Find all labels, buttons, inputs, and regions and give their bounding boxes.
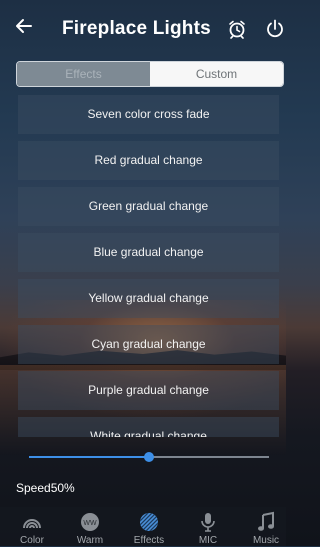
speed-slider-handle[interactable] (144, 452, 154, 462)
nav-label-warm: Warm (76, 535, 104, 546)
back-arrow-icon[interactable] (14, 16, 34, 41)
effects-striped-circle-icon (138, 511, 160, 533)
speed-slider-fill (29, 456, 149, 458)
mode-tabs: Effects Custom (16, 61, 284, 87)
effect-item-white[interactable]: White gradual change (18, 417, 279, 437)
tab-custom[interactable]: Custom (150, 62, 283, 86)
power-icon[interactable] (264, 18, 286, 40)
tab-effects[interactable]: Effects (17, 62, 150, 86)
nav-item-music[interactable]: Music (238, 511, 294, 547)
nav-label-music: Music (252, 535, 280, 546)
rainbow-icon (21, 511, 43, 533)
music-note-icon (255, 511, 277, 533)
effect-item-yellow[interactable]: Yellow gradual change (18, 279, 279, 318)
effect-item-purple[interactable]: Purple gradual change (18, 371, 279, 410)
nav-label-effects: Effects (133, 535, 165, 546)
effect-item-green[interactable]: Green gradual change (18, 187, 279, 226)
effects-list[interactable]: Seven color cross fade Red gradual chang… (18, 95, 279, 437)
effect-item-seven-color[interactable]: Seven color cross fade (18, 95, 279, 134)
effect-item-red[interactable]: Red gradual change (18, 141, 279, 180)
alarm-clock-icon[interactable] (226, 18, 248, 40)
page-title: Fireplace Lights (62, 18, 211, 39)
svg-text:WW: WW (83, 520, 97, 527)
nav-item-warm[interactable]: WW Warm (62, 511, 118, 547)
speed-label: Speed50% (16, 481, 75, 495)
nav-label-color: Color (20, 535, 44, 546)
microphone-icon (197, 511, 219, 533)
top-bar: Fireplace Lights (0, 0, 286, 56)
nav-item-effects[interactable]: Effects (121, 511, 177, 547)
nav-item-color[interactable]: Color (4, 511, 60, 547)
warm-ww-icon: WW (79, 511, 101, 533)
bottom-nav: Color WW Warm Effects MIC Music (0, 507, 286, 546)
effect-item-cyan[interactable]: Cyan gradual change (18, 325, 279, 364)
nav-label-mic: MIC (198, 535, 218, 546)
nav-item-mic[interactable]: MIC (180, 511, 236, 547)
effect-item-blue[interactable]: Blue gradual change (18, 233, 279, 272)
